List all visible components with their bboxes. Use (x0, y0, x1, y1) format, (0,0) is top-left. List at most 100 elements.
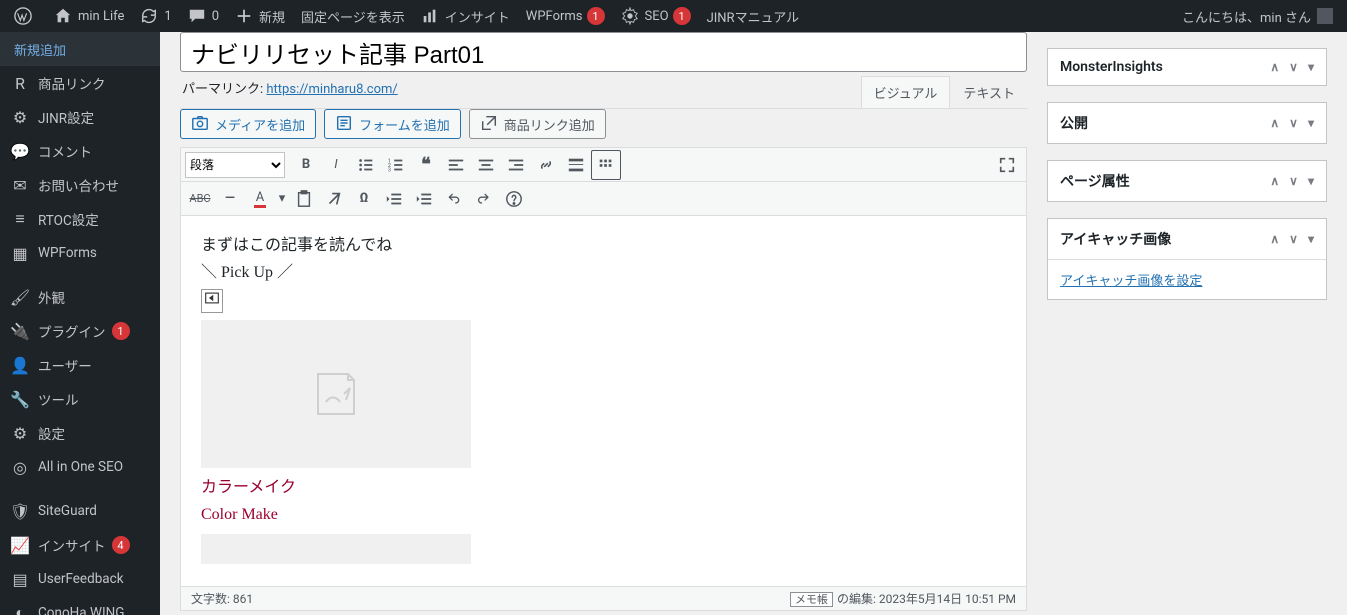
paste-text-button[interactable] (289, 184, 319, 214)
align-right-button[interactable] (501, 150, 531, 180)
external-icon (480, 114, 498, 135)
sidebar-item-7[interactable]: 🖌外観 (0, 280, 160, 314)
outdent-button[interactable] (379, 184, 409, 214)
updates-link[interactable]: 1 (132, 0, 179, 32)
hr-button[interactable]: — (215, 184, 245, 214)
bold-button[interactable]: B (291, 150, 321, 180)
wp-logo[interactable] (6, 0, 46, 32)
gear-icon (621, 7, 639, 25)
align-center-button[interactable] (471, 150, 501, 180)
metabox-title: 公開 (1060, 113, 1088, 133)
sidebar-item-0[interactable]: R商品リンク (0, 66, 160, 100)
align-left-button[interactable] (441, 150, 471, 180)
redo-button[interactable] (469, 184, 499, 214)
plus-icon (235, 7, 253, 25)
sidebar-item-14[interactable]: 🛡 SiteGuard (0, 494, 160, 528)
menu-label: ツール (38, 389, 79, 409)
move-up-icon[interactable]: ∧ (1270, 232, 1279, 246)
wpforms-link[interactable]: WPForms 1 (518, 0, 613, 32)
help-button[interactable] (499, 184, 529, 214)
menu-label: SiteGuard (38, 503, 97, 519)
post-title-input[interactable] (180, 32, 1027, 72)
menu-label: プラグイン (38, 321, 106, 341)
move-up-icon[interactable]: ∧ (1270, 60, 1279, 74)
svg-text:3: 3 (388, 167, 391, 173)
fullscreen-button[interactable] (992, 150, 1022, 180)
toggle-icon[interactable]: ▾ (1308, 232, 1314, 246)
shortcode-icon (201, 289, 223, 313)
move-down-icon[interactable]: ∨ (1289, 116, 1298, 130)
toggle-icon[interactable]: ▾ (1308, 174, 1314, 188)
insights-link[interactable]: インサイト (413, 0, 518, 32)
new-content-link[interactable]: 新規 (227, 0, 293, 32)
menu-label: インサイト (38, 535, 106, 555)
seo-link[interactable]: SEO 1 (613, 0, 699, 32)
metabox-publish: 公開 ∧ ∨ ▾ (1047, 102, 1327, 144)
move-down-icon[interactable]: ∨ (1289, 60, 1298, 74)
menu-label: コメント (38, 141, 92, 161)
set-featured-image-link[interactable]: アイキャッチ画像を設定 (1060, 274, 1202, 289)
sidebar-item-3[interactable]: ✉お問い合わせ (0, 168, 160, 202)
submenu-new[interactable]: 新規追加 (0, 32, 160, 66)
sidebar-item-10[interactable]: 🔧ツール (0, 382, 160, 416)
move-up-icon[interactable]: ∧ (1270, 116, 1279, 130)
sidebar-item-9[interactable]: 👤ユーザー (0, 348, 160, 382)
format-select[interactable]: 段落 (185, 152, 285, 178)
kitchensink-button[interactable] (591, 150, 621, 180)
add-media-button[interactable]: メディアを追加 (180, 109, 316, 139)
editor-body[interactable]: まずはこの記事を読んでね ＼ Pick Up ／ カラーメイク Color Ma… (181, 216, 1026, 586)
sidebar-item-5[interactable]: ▦WPForms (0, 236, 160, 270)
menu-label: お問い合わせ (38, 175, 119, 195)
site-name-link[interactable]: min Life (46, 0, 132, 32)
view-page-link[interactable]: 固定ページを表示 (293, 0, 413, 32)
ul-button[interactable] (351, 150, 381, 180)
comments-link[interactable]: 0 (180, 0, 227, 32)
textcolor-dropdown[interactable]: ▾ (275, 184, 289, 214)
indent-button[interactable] (409, 184, 439, 214)
toggle-icon[interactable]: ▾ (1308, 60, 1314, 74)
strikethrough-button[interactable]: ABC (185, 184, 215, 214)
link-button[interactable] (531, 150, 561, 180)
placeholder-strip (201, 534, 471, 564)
greeting: こんにちは、min さん (1182, 7, 1311, 26)
camera-icon (191, 114, 209, 135)
menu-icon: 🛡 (10, 502, 30, 521)
jinr-manual-link[interactable]: JINRマニュアル (699, 0, 808, 32)
comment-icon (188, 7, 206, 25)
special-char-button[interactable]: Ω (349, 184, 379, 214)
sidebar-item-8[interactable]: 🔌プラグイン1 (0, 314, 160, 348)
sidebar-item-16[interactable]: ▤UserFeedback (0, 562, 160, 596)
menu-icon: ≡ (10, 209, 30, 229)
sidebar-item-17[interactable]: ◐ConoHa WING (0, 596, 160, 615)
sidebar-item-12[interactable]: ◎All in One SEO (0, 450, 160, 484)
add-form-button[interactable]: フォームを追加 (324, 109, 461, 139)
blockquote-button[interactable]: ❝ (411, 150, 441, 180)
move-down-icon[interactable]: ∨ (1289, 174, 1298, 188)
sidebar-item-15[interactable]: 📈インサイト4 (0, 528, 160, 562)
tab-text[interactable]: テキスト (950, 76, 1028, 108)
italic-button[interactable]: I (321, 150, 351, 180)
tab-visual[interactable]: ビジュアル (861, 76, 951, 108)
sidebar-item-2[interactable]: 💬コメント (0, 134, 160, 168)
toolbar-row-2: ABC — A ▾ Ω (181, 182, 1026, 216)
menu-label: All in One SEO (38, 459, 123, 475)
clear-format-button[interactable] (319, 184, 349, 214)
move-down-icon[interactable]: ∨ (1289, 232, 1298, 246)
account-link[interactable]: こんにちは、min さん (1174, 0, 1341, 32)
sidebar-item-1[interactable]: ⚙JINR設定 (0, 100, 160, 134)
notepad-box[interactable]: メモ帳 (790, 592, 833, 607)
word-count-label: 文字数: (191, 592, 230, 606)
readmore-button[interactable] (561, 150, 591, 180)
sidebar-item-11[interactable]: ⚙設定 (0, 416, 160, 450)
ol-button[interactable]: 123 (381, 150, 411, 180)
move-up-icon[interactable]: ∧ (1270, 174, 1279, 188)
avatar-icon (1317, 8, 1333, 24)
sidebar-item-4[interactable]: ≡RTOC設定 (0, 202, 160, 236)
last-edit-value: 2023年5月14日 10:51 PM (879, 592, 1016, 606)
menu-separator (0, 270, 160, 280)
toggle-icon[interactable]: ▾ (1308, 116, 1314, 130)
add-product-link-button[interactable]: 商品リンク追加 (469, 109, 606, 139)
textcolor-button[interactable]: A (245, 184, 275, 214)
wpforms-badge: 1 (587, 7, 605, 25)
undo-button[interactable] (439, 184, 469, 214)
